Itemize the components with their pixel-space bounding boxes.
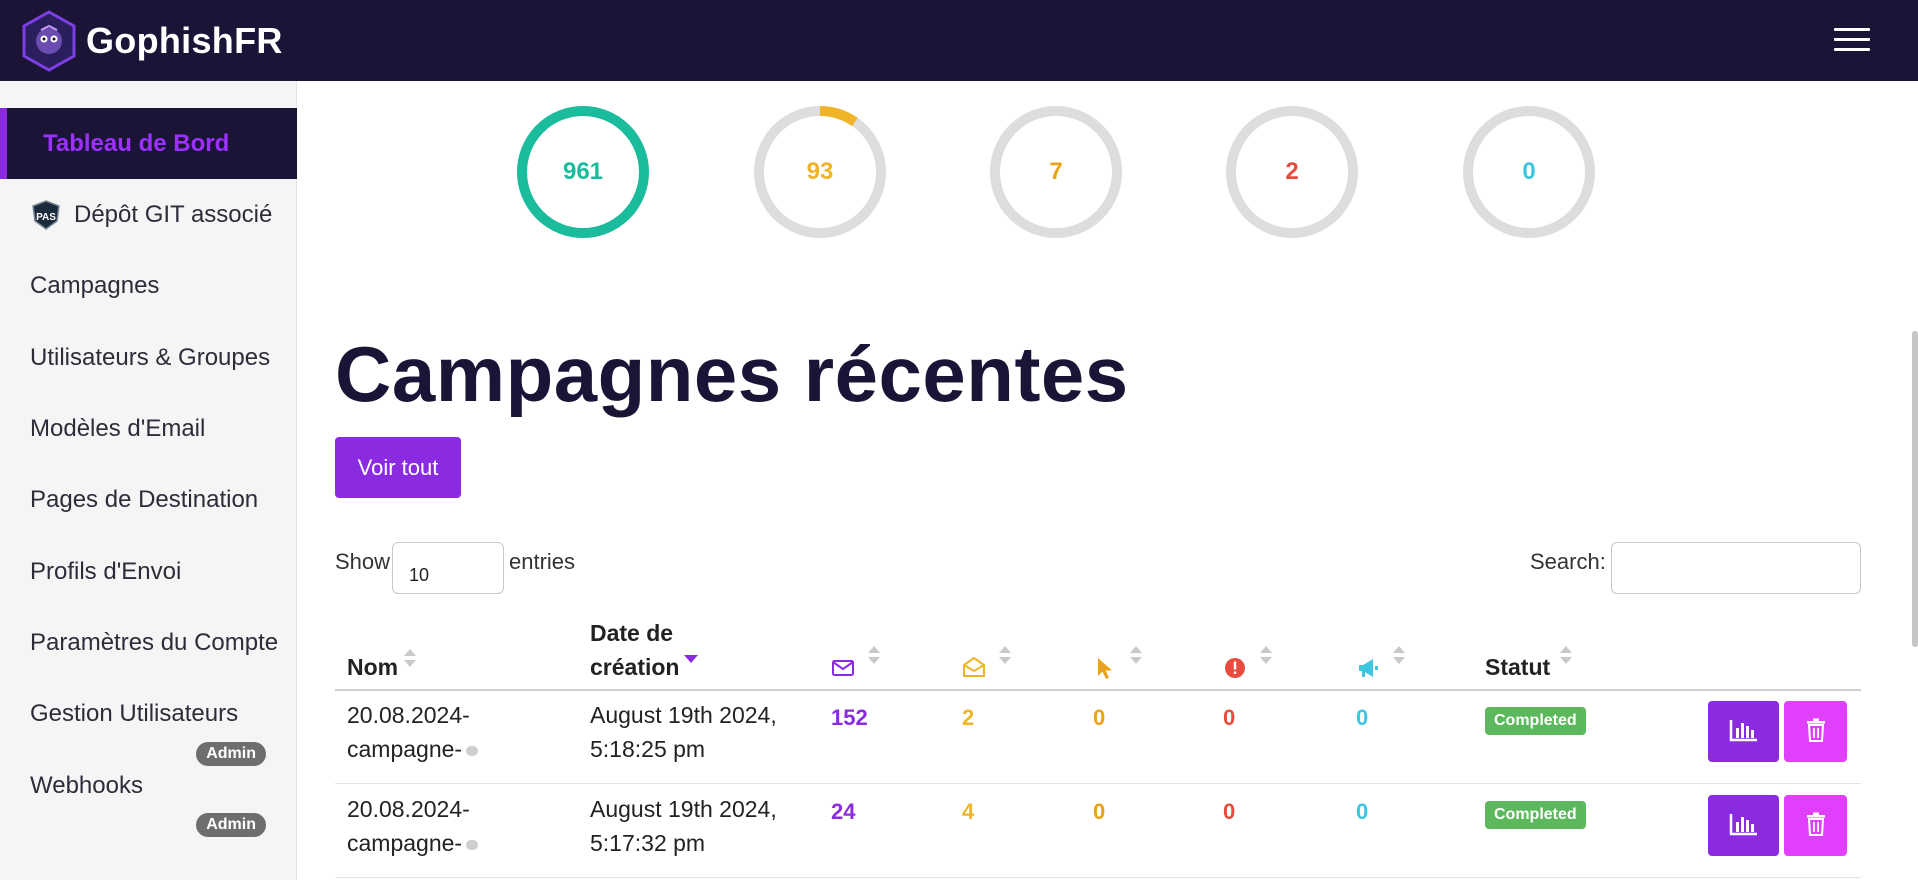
view-all-button[interactable]: Voir tout — [335, 437, 461, 498]
sort-icon[interactable] — [998, 644, 1012, 666]
header-date-line2[interactable]: création — [590, 650, 679, 684]
reported-count: 0 — [1356, 799, 1369, 824]
sidebar: Tableau de Bord PAS Dépôt GIT associé Ca… — [0, 81, 297, 880]
sidebar-item-label: Utilisateurs & Groupes — [30, 343, 271, 371]
sidebar-item-modeles-email[interactable]: Modèles d'Email — [0, 393, 297, 464]
trash-icon — [1806, 718, 1825, 742]
clicked-count: 0 — [1093, 799, 1106, 824]
campaign-date-line2: 5:17:32 pm — [590, 830, 706, 856]
entries-length-select[interactable]: 10 — [392, 542, 504, 594]
sort-desc-icon[interactable] — [684, 651, 698, 673]
sidebar-item-depot-git[interactable]: PAS Dépôt GIT associé — [0, 179, 297, 250]
bar-chart-icon — [1729, 720, 1757, 742]
search-input[interactable] — [1611, 542, 1861, 594]
sidebar-item-label: Webhooks — [30, 771, 143, 799]
sort-icon[interactable] — [1129, 644, 1143, 666]
table-row[interactable]: 20.08.2024- campagne- August 19th 2024, … — [335, 785, 1861, 878]
campaign-date-line1: August 19th 2024, — [590, 796, 777, 822]
sidebar-item-webhooks[interactable]: Webhooks — [0, 750, 297, 821]
table-header: Nom Date de création Statut — [335, 608, 1861, 691]
sort-icon[interactable] — [867, 644, 881, 666]
sidebar-item-label: Profils d'Envoi — [30, 557, 182, 585]
sidebar-item-label: Pages de Destination — [30, 485, 259, 513]
sent-count: 152 — [831, 705, 868, 730]
search-label: Search: — [1530, 549, 1606, 574]
brand[interactable]: GophishFR — [20, 9, 283, 72]
stat-value: 0 — [1522, 158, 1536, 185]
submitted-count: 0 — [1223, 799, 1236, 824]
stat-value: 93 — [806, 158, 834, 185]
stat-donut-opened: 93 — [753, 105, 887, 239]
sent-count: 24 — [831, 799, 856, 824]
status-badge: Completed — [1485, 707, 1586, 735]
megaphone-icon — [1359, 659, 1378, 677]
stat-donut-clicked: 7 — [989, 105, 1123, 239]
sidebar-item-label: Gestion Utilisateurs — [30, 699, 239, 727]
opened-count: 2 — [962, 705, 975, 730]
top-navbar: GophishFR — [0, 0, 1918, 81]
campaign-name-line1: 20.08.2024- — [347, 702, 470, 728]
bar-chart-icon — [1729, 814, 1757, 836]
campaign-name-line1: 20.08.2024- — [347, 796, 470, 822]
submitted-count: 0 — [1223, 705, 1236, 730]
header-nom[interactable]: Nom — [347, 650, 398, 684]
header-statut[interactable]: Statut — [1485, 650, 1550, 684]
main-content: 961 93 7 2 0 Campagnes récentes Voir tou… — [297, 81, 1918, 880]
delete-campaign-button[interactable] — [1784, 701, 1847, 762]
table-row[interactable]: 20.08.2024- campagne- August 19th 2024, … — [335, 691, 1861, 784]
gophish-logo-icon — [22, 9, 76, 72]
sidebar-item-label: Paramètres du Compte — [30, 628, 279, 656]
sidebar-item-label: Modèles d'Email — [30, 414, 206, 442]
opened-count: 4 — [962, 799, 975, 824]
sidebar-item-label: Tableau de Bord — [43, 129, 230, 157]
stat-donut-sent: 961 — [516, 105, 650, 239]
sidebar-item-gestion-utilisateurs[interactable]: Gestion Utilisateurs — [0, 678, 297, 749]
status-badge: Completed — [1485, 801, 1586, 829]
stat-value: 2 — [1285, 158, 1299, 185]
sidebar-item-parametres-compte[interactable]: Paramètres du Compte — [0, 607, 297, 678]
redacted-text — [466, 745, 479, 756]
envelope-open-icon — [963, 656, 985, 677]
sidebar-item-label: Campagnes — [30, 271, 160, 299]
header-date-line1[interactable]: Date de — [590, 616, 673, 650]
sidebar-item-label: Dépôt GIT associé — [74, 200, 273, 228]
sort-icon[interactable] — [403, 647, 417, 669]
sort-icon[interactable] — [1259, 644, 1273, 666]
stat-value: 7 — [1049, 158, 1063, 185]
stat-donut-reported: 0 — [1462, 105, 1596, 239]
campaign-name-line2: campagne- — [347, 732, 479, 766]
stat-value: 961 — [562, 158, 604, 185]
campaign-name-line2: campagne- — [347, 826, 479, 860]
delete-campaign-button[interactable] — [1784, 795, 1847, 856]
stat-donut-submitted: 2 — [1225, 105, 1359, 239]
hamburger-menu-icon[interactable] — [1834, 28, 1870, 54]
sidebar-item-profils-envoi[interactable]: Profils d'Envoi — [0, 536, 297, 607]
sort-icon[interactable] — [1392, 644, 1406, 666]
sidebar-item-campagnes[interactable]: Campagnes — [0, 250, 297, 321]
campaign-date-line1: August 19th 2024, — [590, 702, 777, 728]
cursor-click-icon — [1098, 658, 1112, 679]
svg-text:PAS: PAS — [36, 212, 56, 223]
show-label: Show — [335, 549, 391, 574]
page-title: Campagnes récentes — [335, 330, 1129, 418]
campaign-results-button[interactable] — [1708, 795, 1779, 856]
admin-badge: Admin — [196, 813, 266, 837]
entries-label: entries — [509, 549, 576, 574]
sidebar-item-pages-destination[interactable]: Pages de Destination — [0, 464, 297, 535]
envelope-sent-icon — [832, 660, 854, 676]
page-scrollbar[interactable] — [1912, 331, 1918, 647]
sort-icon[interactable] — [1559, 644, 1573, 666]
sidebar-item-utilisateurs-groupes[interactable]: Utilisateurs & Groupes — [0, 322, 297, 393]
redacted-text — [466, 839, 479, 850]
campaign-date-line2: 5:18:25 pm — [590, 736, 706, 762]
campaign-results-button[interactable] — [1708, 701, 1779, 762]
clicked-count: 0 — [1093, 705, 1106, 730]
brand-name: GophishFR — [86, 19, 283, 61]
exclamation-circle-icon — [1225, 658, 1245, 678]
trash-icon — [1806, 812, 1825, 836]
pas-shield-icon: PAS — [32, 199, 60, 230]
sidebar-item-tableau-de-bord[interactable]: Tableau de Bord — [0, 108, 297, 179]
reported-count: 0 — [1356, 705, 1369, 730]
